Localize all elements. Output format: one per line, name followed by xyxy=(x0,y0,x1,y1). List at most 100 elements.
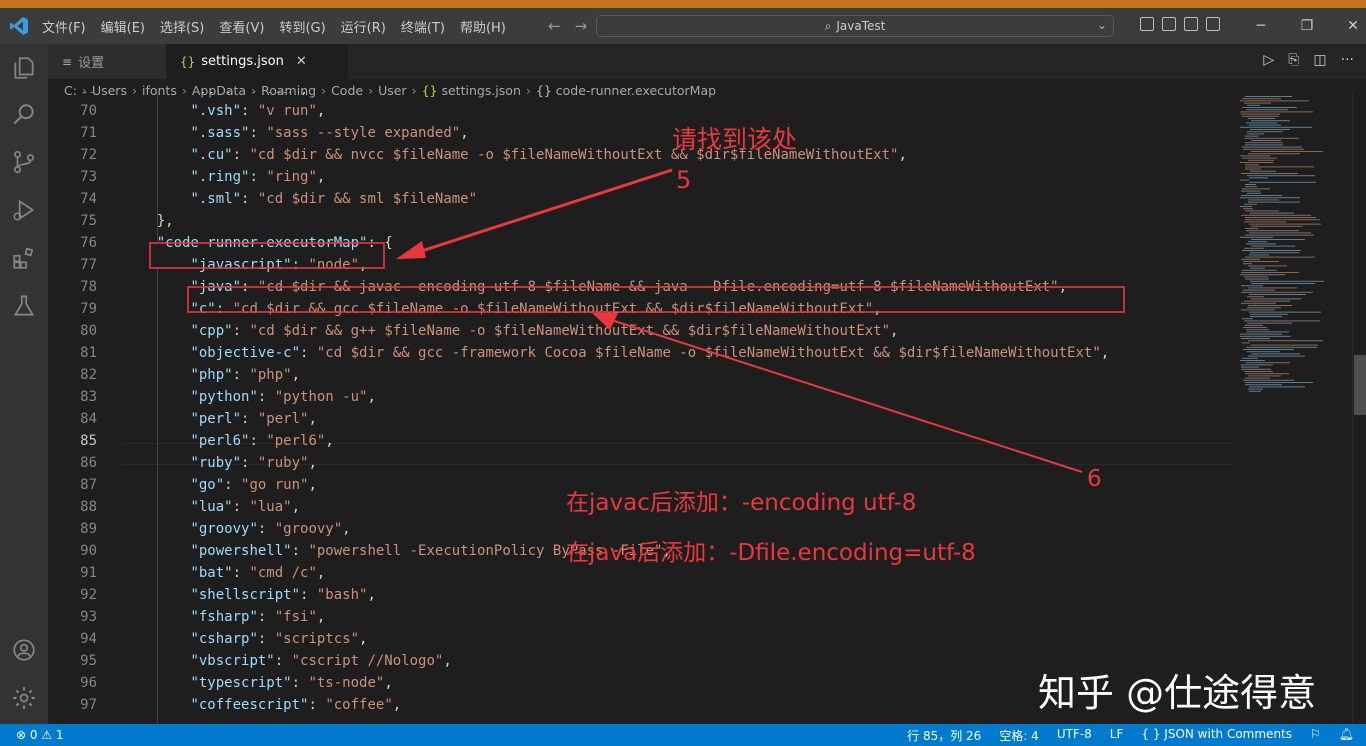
menu-selection[interactable]: 选择(S) xyxy=(160,17,204,36)
minimap-line xyxy=(1245,219,1320,221)
split-editor-icon[interactable]: ◫ xyxy=(1313,52,1326,68)
minimap-line xyxy=(1240,100,1309,102)
minimap-line xyxy=(1247,322,1292,324)
search-sidebar-icon[interactable] xyxy=(10,101,38,129)
menu-go[interactable]: 转到(G) xyxy=(279,17,325,36)
minimap-line xyxy=(1248,287,1297,289)
eol-status[interactable]: LF xyxy=(1110,727,1124,744)
problems-status[interactable]: ⊗ 0 ⚠ 1 xyxy=(16,728,64,742)
feedback-icon[interactable]: ⚐ xyxy=(1310,727,1321,744)
code-line[interactable]: 92 "shellscript": "bash", xyxy=(48,584,1232,606)
menu-view[interactable]: 查看(V) xyxy=(219,17,264,36)
close-tab-icon[interactable]: ✕ xyxy=(296,54,307,69)
code-line[interactable]: 83 "python": "python -u", xyxy=(48,386,1232,408)
more-actions-icon[interactable]: ··· xyxy=(1341,52,1354,68)
minimap-line xyxy=(1242,342,1250,344)
toggle-primary-sidebar-icon[interactable] xyxy=(1140,17,1154,31)
line-number: 92 xyxy=(80,587,97,603)
tab-settings-ui[interactable]: ≡ 设置 xyxy=(48,44,166,79)
code-text: ".sass": "sass --style expanded", xyxy=(190,125,469,141)
line-number: 72 xyxy=(80,147,97,163)
minimap-line xyxy=(1240,360,1265,361)
code-line[interactable]: 93 "fsharp": "fsi", xyxy=(48,606,1232,628)
minimap-line xyxy=(1248,201,1300,203)
minimap-line xyxy=(1242,107,1297,108)
line-number: 97 xyxy=(80,697,97,713)
run-code-icon[interactable]: ▷ xyxy=(1263,52,1274,68)
minimize-icon[interactable]: ─ xyxy=(1238,18,1284,34)
minimap-line xyxy=(1242,98,1281,100)
menu-file[interactable]: 文件(F) xyxy=(42,17,86,36)
minimap[interactable] xyxy=(1232,92,1352,724)
minimap-line xyxy=(1246,329,1269,331)
code-line[interactable]: 71 ".sass": "sass --style expanded", xyxy=(48,122,1232,144)
code-line[interactable]: 69 ".v": "v run", xyxy=(48,92,1232,100)
minimap-line xyxy=(1247,175,1315,177)
testing-flask-icon[interactable] xyxy=(10,292,38,320)
language-mode-status[interactable]: { } JSON with Comments xyxy=(1141,727,1292,744)
indentation-status[interactable]: 空格: 4 xyxy=(999,727,1039,744)
editor-actions: ▷ ⎘ ◫ ··· xyxy=(1249,52,1354,68)
code-line[interactable]: 82 "php": "php", xyxy=(48,364,1232,386)
annotation-javac-note: 在javac后添加：-encoding utf-8 xyxy=(566,490,917,516)
menu-run[interactable]: 运行(R) xyxy=(341,17,386,36)
source-control-icon[interactable] xyxy=(10,148,38,176)
minimap-line xyxy=(1245,384,1282,386)
cursor-position-status[interactable]: 行 85，列 26 xyxy=(907,727,981,744)
code-line[interactable]: 77 "javascript": "node", xyxy=(48,254,1232,276)
chevron-down-icon[interactable]: ⌄ xyxy=(1097,18,1107,32)
close-window-icon[interactable]: ✕ xyxy=(1330,18,1366,34)
code-line[interactable]: 70 ".vsh": "v run", xyxy=(48,100,1232,122)
explorer-icon[interactable] xyxy=(10,54,38,82)
toggle-panel-icon[interactable] xyxy=(1162,17,1176,31)
menu-terminal[interactable]: 终端(T) xyxy=(401,17,445,36)
back-arrow-icon[interactable]: ← xyxy=(548,17,561,35)
minimap-line xyxy=(1250,252,1299,254)
code-line[interactable]: 74 ".sml": "cd $dir && sml $fileName" xyxy=(48,188,1232,210)
code-text: "perl6": "perl6", xyxy=(190,433,334,449)
minimap-preview xyxy=(1240,96,1324,392)
minimap-line xyxy=(1241,285,1263,287)
manage-gear-icon[interactable] xyxy=(10,684,38,712)
code-line[interactable]: 79 "c": "cd $dir && gcc $fileName -o $fi… xyxy=(48,298,1232,320)
minimap-line xyxy=(1241,309,1275,311)
code-line[interactable]: 84 "perl": "perl", xyxy=(48,408,1232,430)
minimap-line xyxy=(1243,289,1275,291)
minimap-line xyxy=(1243,261,1279,262)
code-line[interactable]: 80 "cpp": "cd $dir && g++ $fileName -o $… xyxy=(48,320,1232,342)
extensions-icon[interactable] xyxy=(10,244,38,272)
minimap-line xyxy=(1240,155,1270,157)
code-editor[interactable]: 69 ".v": "v run",70 ".vsh": "v run",71 "… xyxy=(48,92,1232,724)
code-line[interactable]: 81 "objective-c": "cd $dir && gcc -frame… xyxy=(48,342,1232,364)
notifications-bell-icon[interactable]: 🔔︎ xyxy=(1339,727,1354,744)
scrollbar-thumb[interactable] xyxy=(1354,355,1366,415)
code-line[interactable]: 78 "java": "cd $dir && javac -encoding u… xyxy=(48,276,1232,298)
run-and-debug-icon[interactable] xyxy=(10,196,38,224)
minimap-line xyxy=(1247,192,1261,194)
code-line[interactable]: 75 }, xyxy=(48,210,1232,232)
open-settings-ui-icon[interactable]: ⎘ xyxy=(1288,52,1299,68)
tab-settings-json[interactable]: {} settings.json ✕ xyxy=(166,44,348,79)
accounts-icon[interactable] xyxy=(10,636,38,664)
menu-edit[interactable]: 编辑(E) xyxy=(101,17,145,36)
customize-layout-icon[interactable] xyxy=(1206,17,1220,31)
encoding-status[interactable]: UTF-8 xyxy=(1057,727,1092,744)
menu-help[interactable]: 帮助(H) xyxy=(460,17,506,36)
toggle-secondary-sidebar-icon[interactable] xyxy=(1184,17,1198,31)
code-line[interactable]: 72 ".cu": "cd $dir && nvcc $fileName -o … xyxy=(48,144,1232,166)
code-line[interactable]: 85 "perl6": "perl6", xyxy=(48,430,1232,452)
minimap-line xyxy=(1246,122,1277,124)
minimap-line xyxy=(1241,272,1299,273)
search-icon: ⌕ xyxy=(824,18,832,33)
forward-arrow-icon[interactable]: → xyxy=(575,17,588,35)
command-center-search[interactable]: ⌕ JavaTest ⌄ xyxy=(596,15,1114,37)
minimap-line xyxy=(1242,269,1277,271)
restore-icon[interactable]: ❐ xyxy=(1284,18,1330,34)
code-line[interactable]: 73 ".ring": "ring", xyxy=(48,166,1232,188)
code-line[interactable]: 94 "csharp": "scriptcs", xyxy=(48,628,1232,650)
line-number: 69 xyxy=(48,92,97,100)
code-line[interactable]: 86 "ruby": "ruby", xyxy=(48,452,1232,474)
minimap-line xyxy=(1240,335,1291,337)
line-number: 75 xyxy=(80,213,97,229)
code-line[interactable]: 76 "code-runner.executorMap": { xyxy=(48,232,1232,254)
